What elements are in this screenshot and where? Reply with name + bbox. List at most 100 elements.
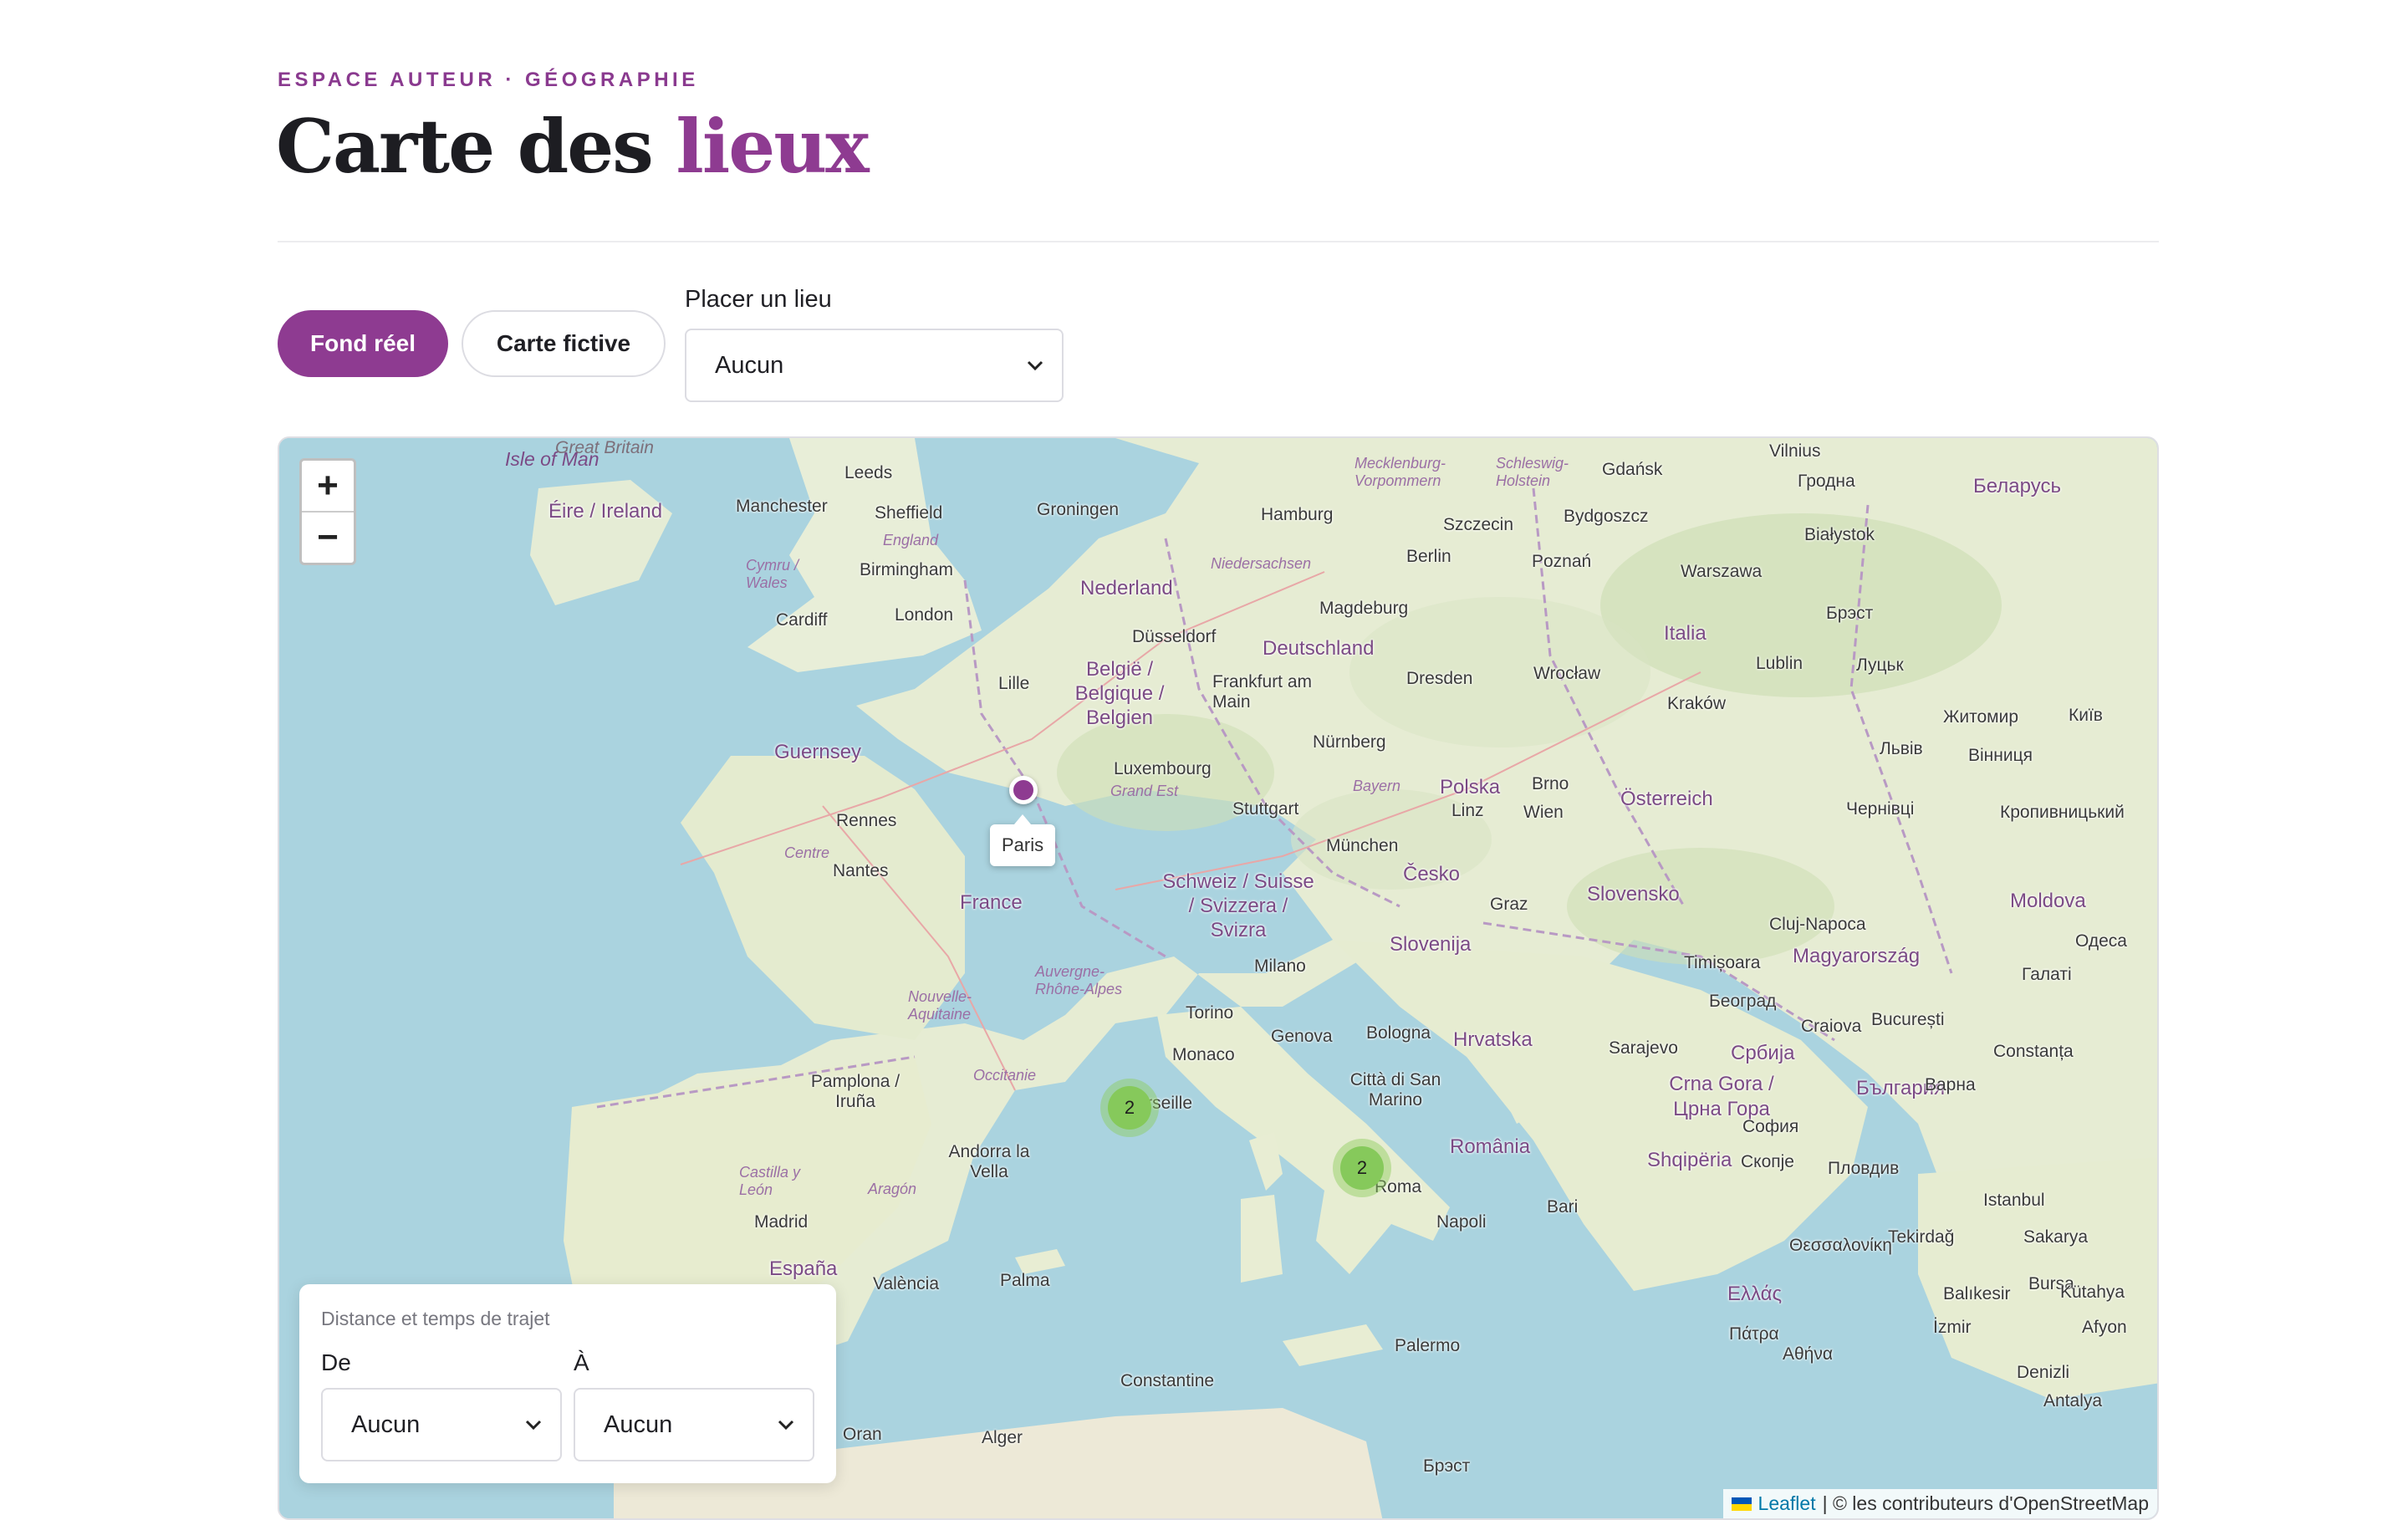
osm-attribution: | © les contributeurs d'OpenStreetMap: [1822, 1492, 2149, 1514]
city-label: Lille: [998, 674, 1030, 693]
region-label: Aragón: [868, 1181, 917, 1197]
city-label: Hamburg: [1261, 505, 1334, 524]
city-label: Graz: [1490, 895, 1528, 914]
route-panel: Distance et temps de trajet De À Aucun A…: [299, 1284, 836, 1483]
city-label: Lublin: [1756, 654, 1803, 673]
region-label: Guernsey: [774, 741, 862, 763]
country-label: Éire / Ireland: [548, 500, 663, 523]
region-label: Mecklenburg-Vorpommern: [1354, 455, 1446, 489]
region-label: Niedersachsen: [1211, 555, 1312, 572]
map-attribution: Leaflet | © les contributeurs d'OpenStre…: [1722, 1489, 2157, 1518]
country-label: Shqipëria: [1647, 1149, 1732, 1171]
city-label: Brno: [1532, 774, 1569, 793]
zoom-control: + −: [299, 458, 356, 565]
real-map-button[interactable]: Fond réel: [278, 310, 448, 377]
route-to-label: À: [574, 1349, 589, 1375]
region-label: Cymru / Wales: [746, 557, 798, 591]
country-label: Moldova: [2010, 890, 2086, 912]
city-label: Wien: [1523, 803, 1564, 822]
city-label: Balıkesir: [1943, 1284, 2011, 1303]
region-label: Auvergne-Rhône-Alpes: [1035, 963, 1123, 997]
city-label: Sarajevo: [1609, 1038, 1678, 1058]
city-label: Vilnius: [1769, 441, 1821, 461]
city-label: Torino: [1186, 1003, 1234, 1023]
region-label: Grand Est: [1110, 783, 1179, 799]
city-label: Θεσσαλονίκη: [1789, 1236, 1892, 1255]
city-label: София: [1742, 1117, 1799, 1136]
country-label: Crna Gora / Црна Гора: [1669, 1073, 1774, 1120]
city-label: Брэст: [1826, 604, 1874, 623]
city-label: Пловдив: [1828, 1159, 1900, 1178]
city-label: Stuttgart: [1232, 799, 1299, 819]
country-label: Србија: [1731, 1042, 1795, 1064]
country-label: Magyarország: [1793, 945, 1921, 967]
route-panel-title: Distance et temps de trajet: [321, 1308, 550, 1329]
zoom-out-button[interactable]: −: [302, 511, 354, 563]
city-label: Napoli: [1436, 1212, 1487, 1232]
city-label: Palermo: [1395, 1336, 1461, 1355]
zoom-in-button[interactable]: +: [302, 461, 354, 511]
city-label: Nürnberg: [1313, 732, 1386, 752]
city-label: Варна: [1925, 1075, 1976, 1094]
leaflet-link[interactable]: Leaflet: [1758, 1492, 1816, 1515]
city-label: Madrid: [754, 1212, 809, 1232]
region-label: Schleswig-Holstein: [1496, 455, 1569, 489]
route-to-select[interactable]: Aucun: [574, 1388, 814, 1461]
page-title-main: Carte des: [276, 103, 676, 190]
city-label: Poznań: [1532, 552, 1592, 571]
region-label: Isle of Man: [505, 448, 599, 470]
city-label: Oran: [843, 1425, 882, 1444]
page-title: Carte des lieux: [276, 103, 870, 190]
city-label: Гродна: [1798, 472, 1855, 491]
map-view[interactable]: Great Britain Isle of Man England Cymru …: [278, 436, 2159, 1520]
chevron-down-icon: [778, 1420, 794, 1431]
fictional-map-button[interactable]: Carte fictive: [462, 310, 666, 377]
marker-cluster[interactable]: 2: [1100, 1079, 1159, 1137]
city-label: Львів: [1880, 739, 1923, 758]
cluster-count: 2: [1108, 1086, 1151, 1130]
country-label: Deutschland: [1263, 637, 1375, 660]
city-label: Скопје: [1741, 1152, 1794, 1171]
city-label: Луцьк: [1856, 655, 1904, 675]
city-label: Галаті: [2022, 965, 2072, 984]
city-label: Warszawa: [1681, 562, 1763, 581]
city-label: Düsseldorf: [1132, 627, 1217, 646]
chevron-down-icon: [525, 1420, 542, 1431]
city-label: Frankfurt am Main: [1212, 672, 1313, 712]
region-label: Centre: [784, 844, 830, 861]
route-from-select[interactable]: Aucun: [321, 1388, 562, 1461]
place-location-value: Aucun: [715, 351, 784, 379]
country-label: Česko: [1403, 863, 1461, 885]
city-label: Leeds: [844, 463, 893, 482]
country-label: España: [769, 1257, 838, 1280]
country-label: Slovensko: [1587, 883, 1680, 905]
city-label: Constanța: [1993, 1042, 2074, 1061]
region-label: Occitanie: [973, 1067, 1037, 1084]
city-label: Πάτρα: [1729, 1324, 1779, 1344]
page-eyebrow: ESPACE AUTEUR · GÉOGRAPHIE: [278, 69, 699, 91]
city-label: Monaco: [1172, 1045, 1235, 1064]
country-label: Schweiz / Suisse / Svizzera / Svizra: [1162, 870, 1314, 941]
city-label: Constantine: [1120, 1371, 1215, 1390]
route-from-label: De: [321, 1349, 351, 1375]
country-label: Ελλάς: [1727, 1283, 1783, 1305]
city-label: Вінниця: [1968, 746, 2033, 765]
city-label: Afyon: [2082, 1318, 2127, 1337]
city-label: Одеса: [2075, 931, 2127, 951]
city-label: Cluj-Napoca: [1769, 915, 1866, 934]
city-label: Istanbul: [1983, 1191, 2045, 1210]
marker-cluster[interactable]: 2: [1333, 1139, 1391, 1197]
city-label: Birmingham: [860, 560, 954, 579]
place-location-label: Placer un lieu: [685, 286, 832, 313]
paris-marker[interactable]: [1009, 776, 1038, 804]
city-label: Białystok: [1804, 525, 1875, 544]
city-label: Berlin: [1406, 547, 1451, 566]
city-label: Чернівці: [1846, 799, 1915, 819]
city-label: Manchester: [736, 497, 828, 516]
place-location-select[interactable]: Aucun: [685, 329, 1064, 402]
city-label: Timișoara: [1684, 953, 1761, 972]
city-label: Житомир: [1943, 707, 2019, 727]
city-label: Città di San Marino: [1349, 1070, 1441, 1109]
city-label: Bydgoszcz: [1564, 507, 1649, 526]
chevron-down-icon: [1027, 360, 1043, 371]
